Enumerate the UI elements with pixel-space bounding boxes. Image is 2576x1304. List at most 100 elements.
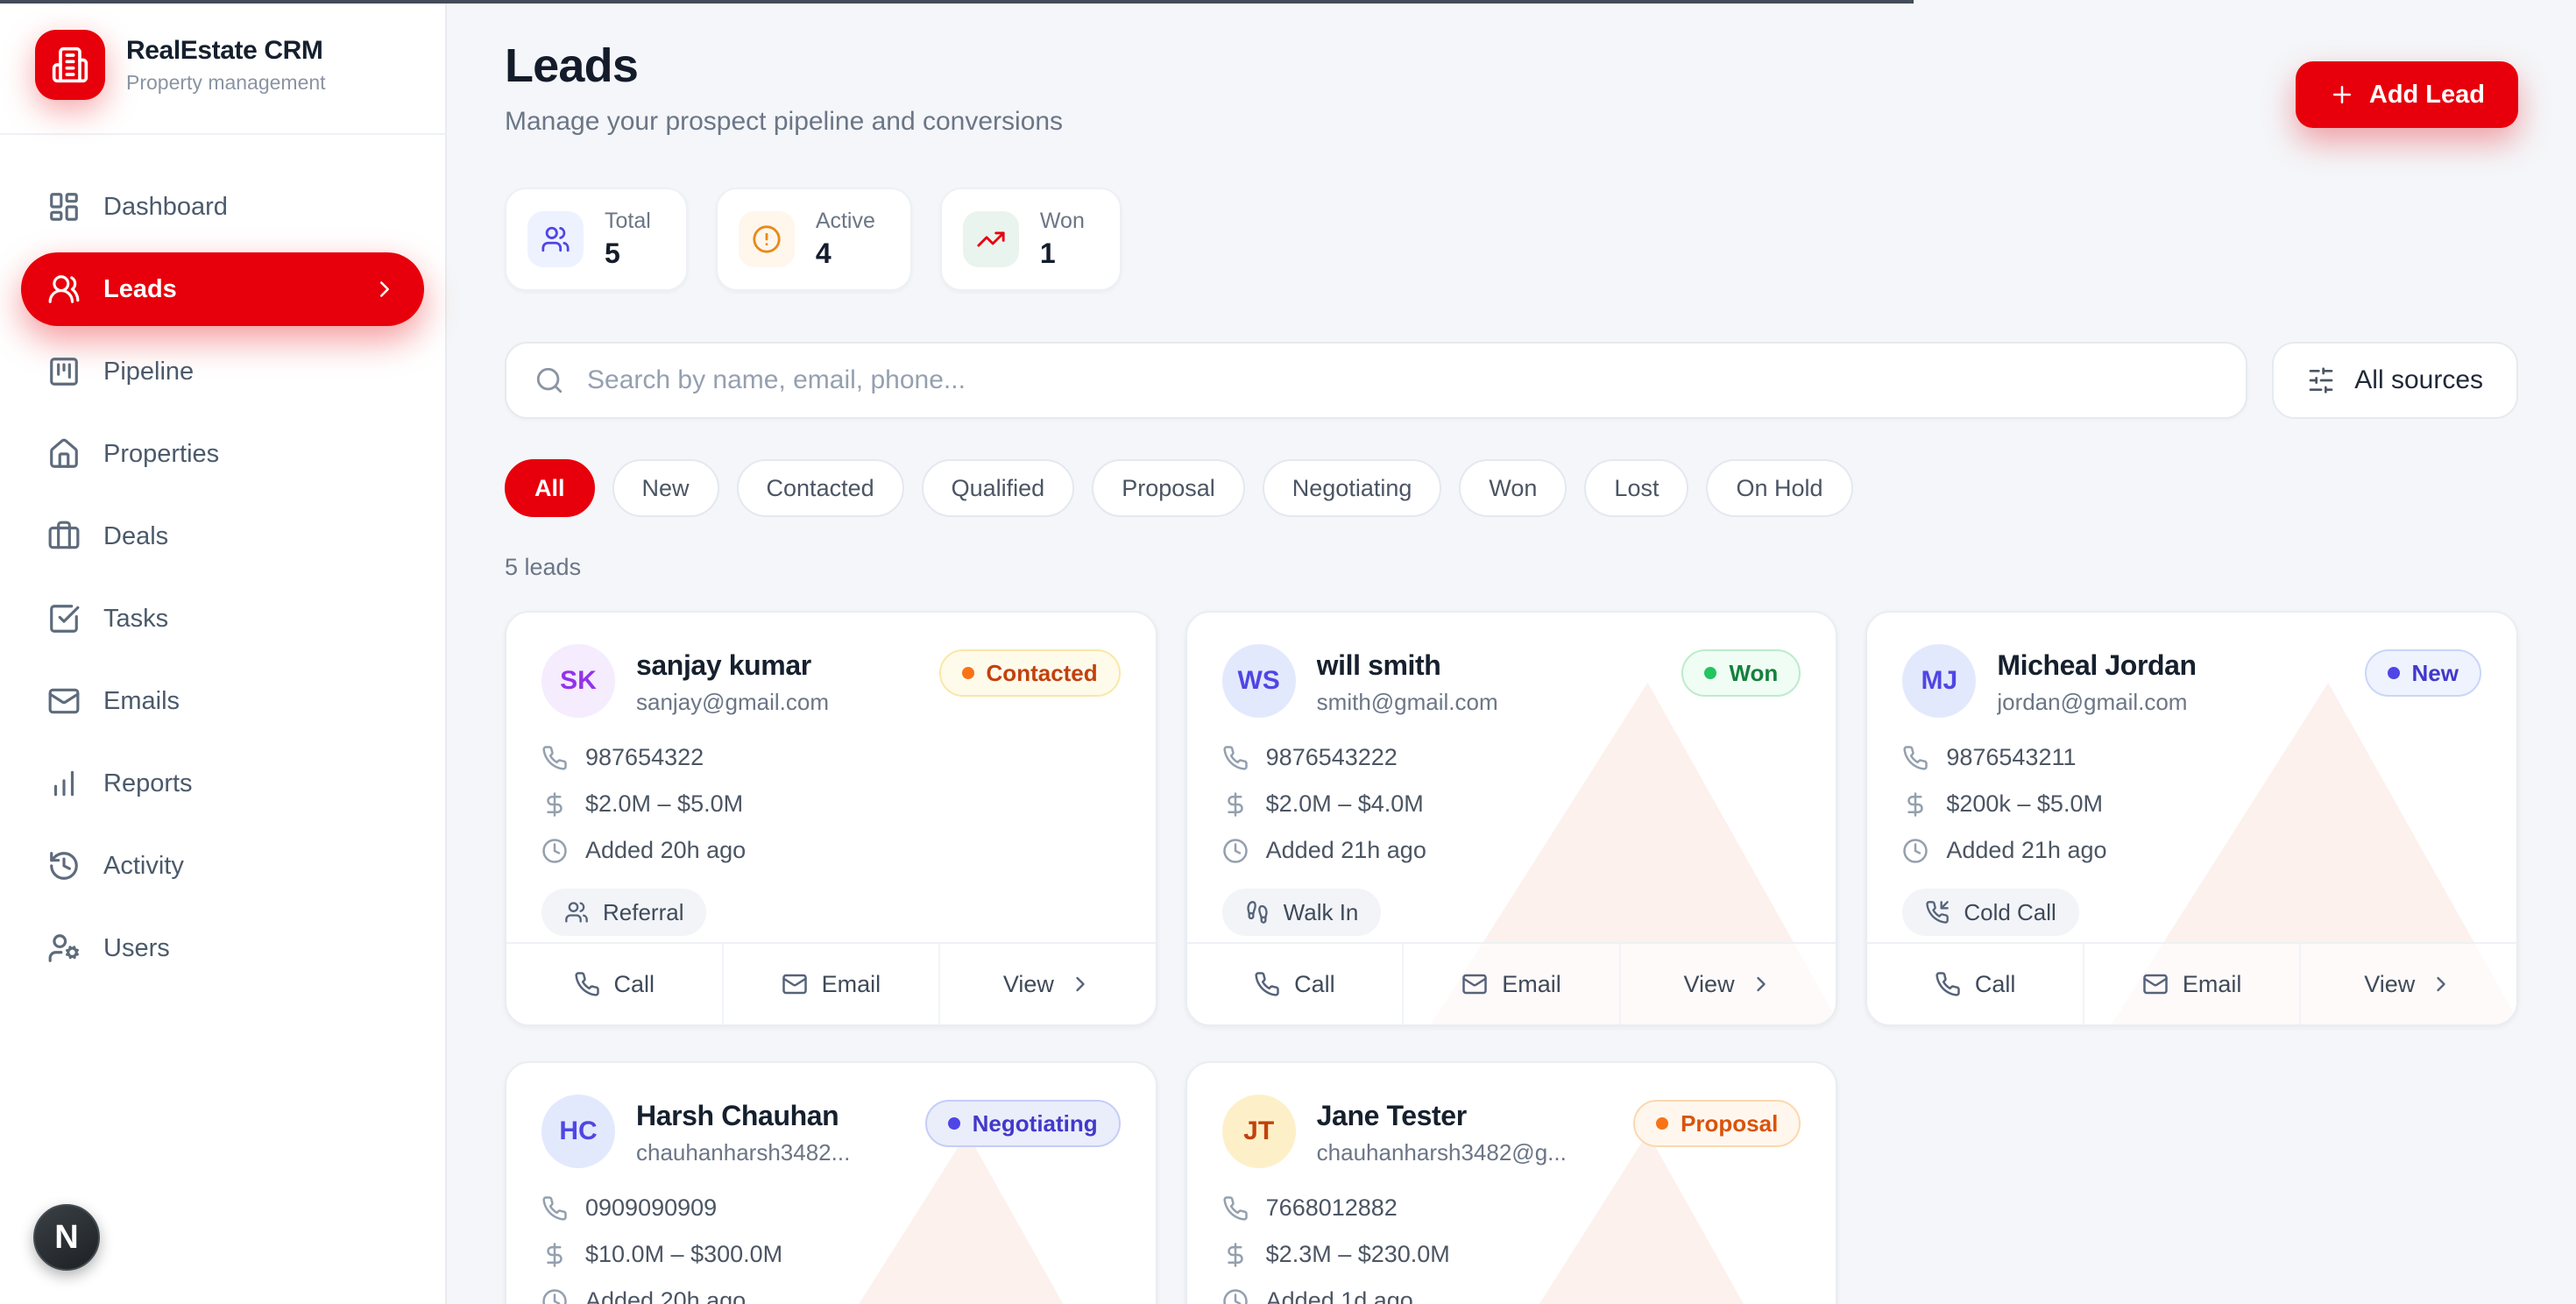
phone-icon bbox=[1902, 745, 1928, 771]
trending-up-icon bbox=[976, 224, 1006, 254]
dollar-icon bbox=[1222, 1242, 1249, 1268]
stat-value: 1 bbox=[1040, 237, 1085, 270]
phone-icon bbox=[541, 745, 568, 771]
search-icon bbox=[534, 365, 564, 395]
stat-label: Total bbox=[605, 209, 651, 234]
clock-icon bbox=[1222, 1288, 1249, 1304]
lead-phone-row: 9876543211 bbox=[1902, 744, 2481, 771]
call-button[interactable]: Call bbox=[1187, 944, 1403, 1024]
phone-icon bbox=[1222, 745, 1249, 771]
lead-phone-row: 0909090909 bbox=[541, 1194, 1121, 1222]
chevron-right-icon bbox=[1068, 972, 1093, 996]
mail-icon bbox=[2142, 971, 2169, 997]
kanban-icon bbox=[47, 355, 81, 388]
mail-icon bbox=[782, 971, 808, 997]
brand-tagline: Property management bbox=[126, 71, 326, 95]
call-button[interactable]: Call bbox=[1867, 944, 2083, 1024]
brand: RealEstate CRM Property management bbox=[0, 0, 445, 135]
brand-name: RealEstate CRM bbox=[126, 36, 326, 66]
status-dot-icon bbox=[962, 667, 974, 679]
lead-added-row: Added 21h ago bbox=[1902, 837, 2481, 864]
source-filter-button[interactable]: All sources bbox=[2272, 342, 2518, 419]
add-lead-button[interactable]: Add Lead bbox=[2296, 61, 2518, 128]
chevron-right-icon bbox=[2429, 972, 2453, 996]
brand-text: RealEstate CRM Property management bbox=[126, 36, 326, 95]
email-button[interactable]: Email bbox=[722, 944, 939, 1024]
phone-icon bbox=[541, 1195, 568, 1222]
filter-chip-new[interactable]: New bbox=[612, 459, 719, 517]
mail-icon bbox=[47, 684, 81, 718]
sidebar-item-users[interactable]: Users bbox=[21, 911, 424, 985]
history-icon bbox=[47, 849, 81, 882]
email-button[interactable]: Email bbox=[2083, 944, 2300, 1024]
clock-icon bbox=[1902, 838, 1928, 864]
lead-source-tag: Cold Call bbox=[1902, 889, 2079, 936]
filter-chip-all[interactable]: All bbox=[505, 459, 595, 517]
filter-chip-proposal[interactable]: Proposal bbox=[1092, 459, 1245, 517]
plus-icon bbox=[2329, 82, 2355, 108]
users-round-icon bbox=[47, 273, 81, 306]
stat-label: Won bbox=[1040, 209, 1085, 234]
filter-chip-qualified[interactable]: Qualified bbox=[922, 459, 1075, 517]
sidebar-item-properties[interactable]: Properties bbox=[21, 417, 424, 491]
phone-incoming-icon bbox=[1925, 900, 1950, 925]
check-square-icon bbox=[47, 602, 81, 635]
sidebar-item-leads[interactable]: Leads bbox=[21, 252, 424, 326]
lead-phone-row: 9876543222 bbox=[1222, 744, 1801, 771]
sidebar-item-reports[interactable]: Reports bbox=[21, 747, 424, 820]
lead-added-row: Added 1d ago bbox=[1222, 1287, 1801, 1304]
dollar-icon bbox=[1222, 1242, 1249, 1268]
clock-icon bbox=[541, 838, 568, 864]
phone-icon bbox=[1254, 971, 1280, 997]
trending-up-icon bbox=[963, 211, 1019, 267]
call-button[interactable]: Call bbox=[506, 944, 722, 1024]
filter-chip-contacted[interactable]: Contacted bbox=[737, 459, 904, 517]
email-button[interactable]: Email bbox=[1402, 944, 1619, 1024]
lead-budget-row: $2.0M – $5.0M bbox=[541, 790, 1121, 818]
bar-chart-icon bbox=[47, 767, 81, 800]
plus-icon bbox=[2329, 82, 2355, 108]
lead-card-will-smith: WS will smith smith@gmail.com Won 987654… bbox=[1185, 611, 1838, 1026]
stat-value: 5 bbox=[605, 237, 651, 270]
lead-email: smith@gmail.com bbox=[1317, 689, 1661, 716]
lead-added-row: Added 20h ago bbox=[541, 1287, 1121, 1304]
chevron-right-icon bbox=[372, 276, 398, 302]
search-input[interactable] bbox=[584, 364, 2218, 397]
leads-grid: SK sanjay kumar sanjay@gmail.com Contact… bbox=[505, 611, 2518, 1304]
sidebar-item-activity[interactable]: Activity bbox=[21, 829, 424, 903]
filter-chip-won[interactable]: Won bbox=[1459, 459, 1567, 517]
lead-email: chauhanharsh3482... bbox=[636, 1139, 904, 1166]
app-logo bbox=[35, 30, 105, 100]
status-dot-icon bbox=[1704, 667, 1716, 679]
filter-chip-on-hold[interactable]: On Hold bbox=[1706, 459, 1852, 517]
lead-budget-row: $2.3M – $230.0M bbox=[1222, 1241, 1801, 1268]
sidebar-item-pipeline[interactable]: Pipeline bbox=[21, 335, 424, 408]
lead-added-row: Added 21h ago bbox=[1222, 837, 1801, 864]
sidebar-item-tasks[interactable]: Tasks bbox=[21, 582, 424, 656]
bar-chart-icon bbox=[47, 767, 81, 800]
clock-icon bbox=[1222, 838, 1249, 864]
sidebar-item-emails[interactable]: Emails bbox=[21, 664, 424, 738]
lead-card-actions: Call Email View bbox=[506, 942, 1156, 1024]
sidebar: RealEstate CRM Property management Dashb… bbox=[0, 0, 447, 1304]
dollar-icon bbox=[1222, 791, 1249, 818]
stat-label: Active bbox=[816, 209, 875, 234]
phone-icon bbox=[1902, 745, 1928, 771]
lead-phone-row: 7668012882 bbox=[1222, 1194, 1801, 1222]
view-button[interactable]: View bbox=[2299, 944, 2516, 1024]
dollar-icon bbox=[1902, 791, 1928, 818]
sidebar-item-deals[interactable]: Deals bbox=[21, 500, 424, 573]
mail-icon bbox=[2142, 971, 2169, 997]
view-button[interactable]: View bbox=[938, 944, 1156, 1024]
filter-chip-negotiating[interactable]: Negotiating bbox=[1263, 459, 1442, 517]
nextjs-dev-badge[interactable]: N bbox=[33, 1204, 100, 1271]
filter-chip-lost[interactable]: Lost bbox=[1584, 459, 1688, 517]
avatar: WS bbox=[1222, 644, 1296, 718]
dollar-icon bbox=[1222, 791, 1249, 818]
status-dot-icon bbox=[2388, 667, 2400, 679]
stat-value: 4 bbox=[816, 237, 875, 270]
phone-icon bbox=[1222, 745, 1249, 771]
lead-budget-row: $200k – $5.0M bbox=[1902, 790, 2481, 818]
view-button[interactable]: View bbox=[1619, 944, 1836, 1024]
sidebar-item-dashboard[interactable]: Dashboard bbox=[21, 170, 424, 244]
